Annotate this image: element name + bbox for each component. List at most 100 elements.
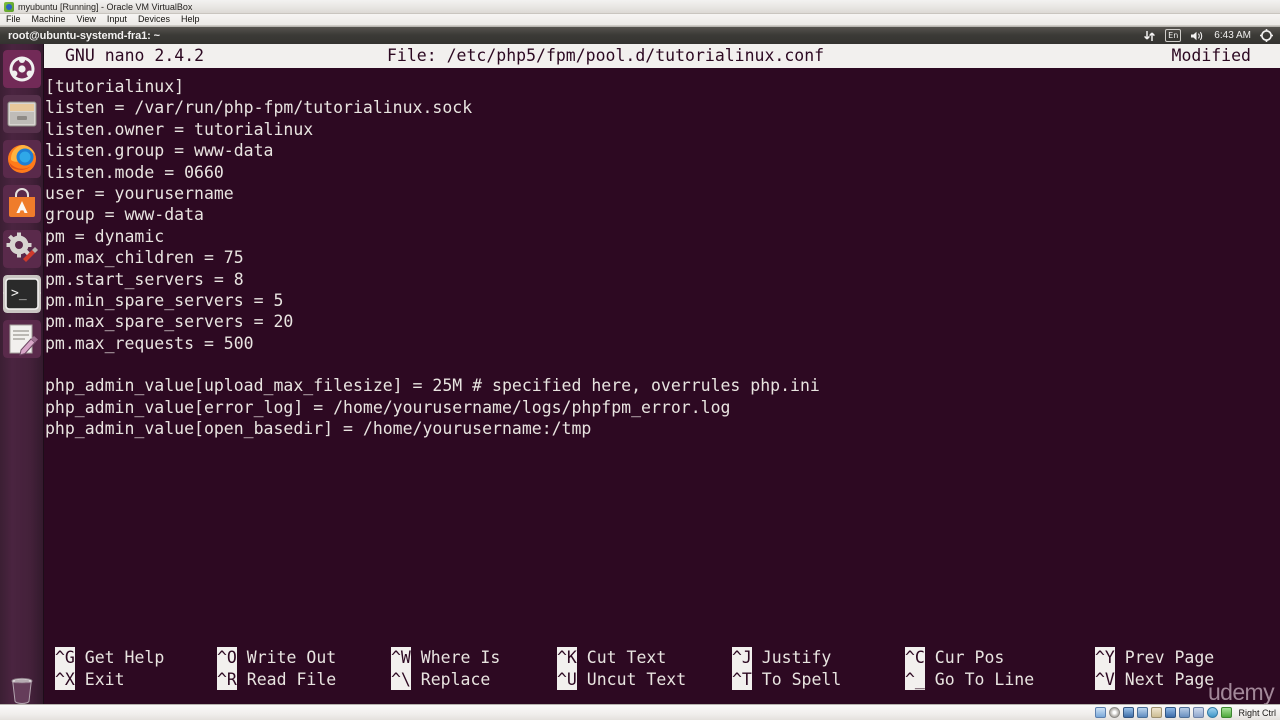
shortcut-key: ^Y (1095, 647, 1115, 669)
launcher-item-system-settings[interactable] (2, 230, 41, 268)
shortcut-uncut-text[interactable]: ^U Uncut Text (557, 668, 732, 691)
shortcut-read-file[interactable]: ^R Read File (217, 668, 391, 691)
nano-version: GNU nano 2.4.2 (65, 46, 205, 66)
shortcut-column: ^C Cur Pos ^_ Go To Line (905, 647, 1095, 691)
shortcut-label: Exit (84, 669, 125, 689)
panel-clock[interactable]: 6:43 AM (1214, 27, 1251, 45)
usb-icon[interactable] (1137, 707, 1149, 718)
shortcut-where-is[interactable]: ^W Where Is (391, 647, 557, 669)
shortcut-label: Replace (420, 669, 491, 689)
shortcut-key: ^T (732, 668, 752, 691)
shortcut-get-help[interactable]: ^G Get Help (55, 647, 217, 669)
shortcut-key: ^U (557, 668, 577, 691)
shortcut-key: ^C (905, 647, 925, 669)
virtualbox-icon (4, 1, 14, 12)
shortcut-to-spell[interactable]: ^T To Spell (732, 668, 905, 691)
shortcut-justify[interactable]: ^J Justify (732, 647, 905, 669)
nano-line: php_admin_value[upload_max_filesize] = 2… (45, 376, 820, 396)
menu-input[interactable]: Input (107, 14, 127, 25)
remote-desktop-icon[interactable] (1193, 707, 1205, 718)
nano-line: listen.owner = tutorialinux (45, 119, 314, 139)
menu-machine[interactable]: Machine (32, 14, 66, 25)
shortcut-column: ^G Get Help ^X Exit (44, 647, 217, 691)
optical-disk-icon[interactable] (1109, 707, 1121, 718)
mouse-icon[interactable] (1207, 707, 1219, 718)
shortcut-column: ^J Justify ^T To Spell (732, 647, 905, 691)
shortcut-key: ^K (557, 647, 577, 669)
shortcut-column: ^W Where Is ^\ Replace (391, 647, 557, 691)
volume-icon[interactable] (1190, 30, 1205, 42)
launcher-item-trash[interactable] (3, 670, 41, 708)
shortcut-key: ^O (217, 647, 237, 669)
network-arrows-icon[interactable] (1143, 30, 1156, 42)
shortcut-label: Where Is (420, 648, 501, 668)
menu-view[interactable]: View (77, 14, 96, 25)
terminal-nano[interactable]: GNU nano 2.4.2 File: /etc/php5/fpm/pool.… (44, 44, 1280, 704)
shortcut-label: Uncut Text (586, 669, 687, 689)
virtualbox-window: myubuntu [Running] - Oracle VM VirtualBo… (0, 0, 1280, 720)
shortcut-key: ^J (732, 647, 752, 669)
hard-disk-icon[interactable] (1095, 707, 1107, 718)
nano-file-label: File: /etc/php5/fpm/pool.d/tutorialinux.… (387, 46, 825, 66)
shortcut-column: ^Y Prev Page ^V Next Page (1095, 647, 1275, 691)
keyboard-layout-indicator[interactable]: En (1165, 29, 1182, 42)
shortcut-write-out[interactable]: ^O Write Out (217, 647, 391, 669)
launcher-item-terminal[interactable]: >_ (2, 275, 41, 313)
svg-text:>_: >_ (11, 286, 27, 301)
nano-modified-flag: Modified (1171, 46, 1251, 66)
nano-line: pm.max_requests = 500 (45, 333, 254, 353)
shared-folder-icon[interactable] (1151, 707, 1163, 718)
launcher-item-software-center[interactable] (2, 185, 41, 223)
shortcut-label: Next Page (1124, 669, 1215, 689)
shortcut-label: Read File (246, 669, 337, 689)
unity-launcher: >_ (0, 44, 44, 720)
network-icon[interactable] (1123, 707, 1135, 718)
keyboard-icon[interactable] (1221, 707, 1233, 718)
menu-file[interactable]: File (6, 14, 21, 25)
shortcut-key: ^W (391, 647, 411, 669)
shortcut-label: Justify (761, 648, 832, 668)
nano-line: php_admin_value[open_basedir] = /home/yo… (45, 419, 592, 439)
nano-line: pm.min_spare_servers = 5 (45, 290, 284, 310)
shortcut-key: ^G (55, 647, 75, 669)
launcher-item-files[interactable] (2, 95, 41, 133)
shortcut-key: ^_ (905, 668, 925, 691)
launcher-item-firefox[interactable] (2, 140, 41, 178)
shortcut-label: Go To Line (934, 669, 1035, 689)
nano-line: pm = dynamic (45, 226, 165, 246)
nano-line: pm.start_servers = 8 (45, 269, 244, 289)
vbox-window-title: myubuntu [Running] - Oracle VM VirtualBo… (18, 1, 193, 12)
launcher-item-text-editor[interactable] (2, 320, 41, 358)
shortcut-label: Cur Pos (934, 648, 1005, 668)
nano-shortcut-bar: ^G Get Help ^X Exit ^O Write Out ^R Read File ^W… (44, 647, 1280, 691)
ubuntu-top-panel: root@ubuntu-systemd-fra1: ~ En 6:43 AM (0, 26, 1280, 44)
nano-line: listen.group = www-data (45, 141, 274, 161)
shortcut-label: Get Help (84, 648, 165, 668)
menu-devices[interactable]: Devices (138, 14, 170, 25)
gear-icon[interactable] (1260, 29, 1273, 42)
shortcut-cur-pos[interactable]: ^C Cur Pos (905, 647, 1095, 669)
nano-line: user = yourusername (45, 183, 234, 203)
shortcut-cut-text[interactable]: ^K Cut Text (557, 647, 732, 669)
video-capture-icon[interactable] (1179, 707, 1191, 718)
launcher-item-ubuntu-dash[interactable] (2, 50, 41, 88)
vbox-status-bar: Right Ctrl (0, 704, 1280, 720)
nano-text-area[interactable]: [tutorialinux] listen = /var/run/php-fpm/… (44, 68, 1280, 440)
display-icon[interactable] (1165, 707, 1177, 718)
shortcut-label: Write Out (246, 648, 337, 668)
shortcut-key: ^\ (391, 668, 411, 691)
shortcut-label: Prev Page (1124, 648, 1215, 668)
shortcut-go-to-line[interactable]: ^_ Go To Line (905, 668, 1095, 691)
panel-indicators: En 6:43 AM (1143, 27, 1280, 45)
nano-line: pm.max_spare_servers = 20 (45, 312, 294, 332)
shortcut-replace[interactable]: ^\ Replace (391, 668, 557, 691)
vbox-menubar[interactable]: File Machine View Input Devices Help (0, 14, 1280, 26)
nano-line: listen = /var/run/php-fpm/tutorialinux.s… (45, 98, 473, 118)
shortcut-next-page[interactable]: ^V Next Page (1095, 668, 1275, 691)
panel-window-title: root@ubuntu-systemd-fra1: ~ (8, 29, 160, 42)
nano-line: pm.max_children = 75 (45, 248, 244, 268)
shortcut-exit[interactable]: ^X Exit (55, 668, 217, 691)
shortcut-label: Cut Text (586, 648, 667, 668)
menu-help[interactable]: Help (181, 14, 200, 25)
shortcut-prev-page[interactable]: ^Y Prev Page (1095, 647, 1275, 669)
